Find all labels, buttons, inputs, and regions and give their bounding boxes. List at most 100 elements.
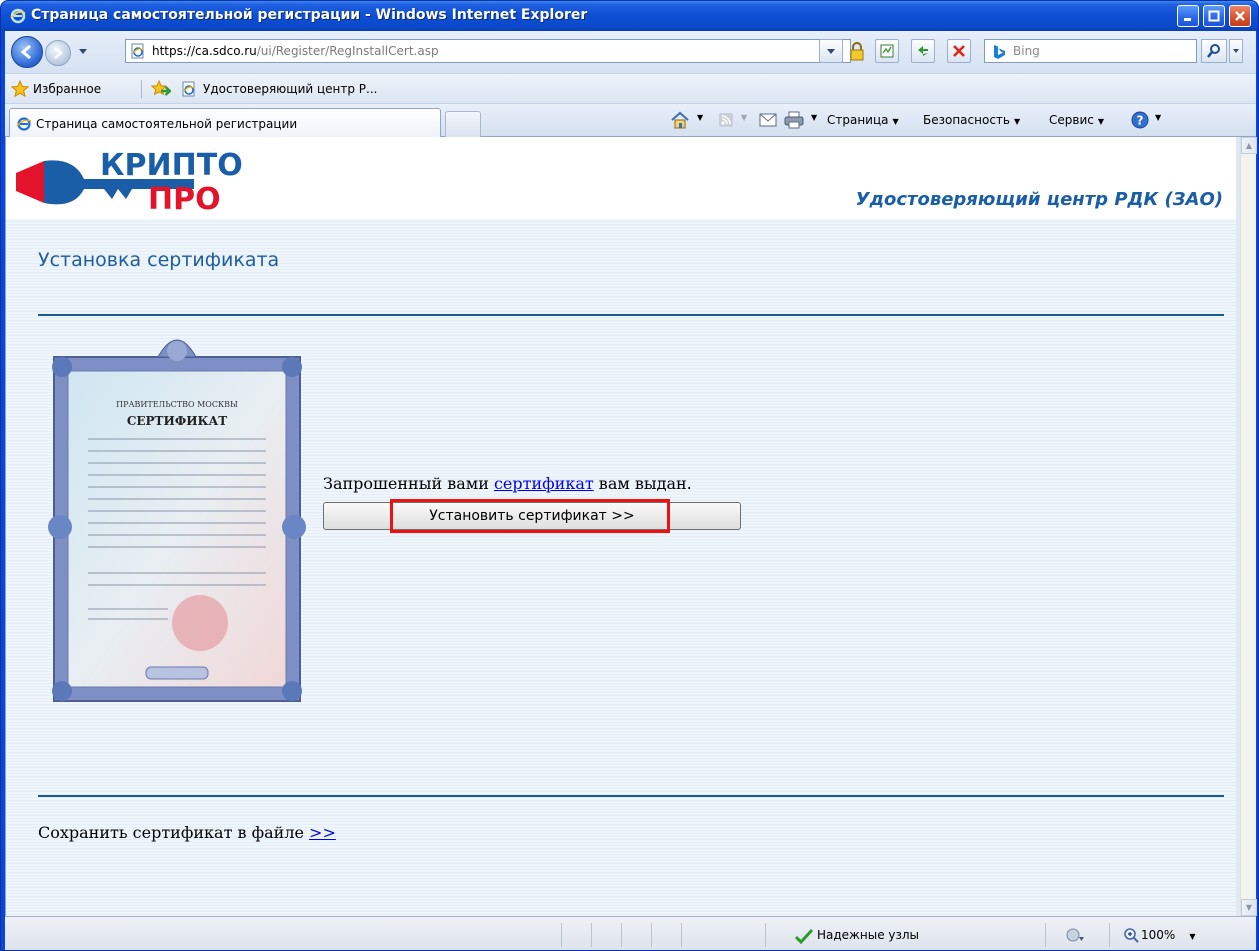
checkmark-icon	[795, 928, 813, 944]
status-divider	[591, 923, 592, 947]
back-button[interactable]	[11, 36, 43, 68]
toolbar-separator	[141, 80, 142, 98]
page-title: Установка сертификата	[38, 249, 280, 271]
status-divider	[621, 923, 622, 947]
address-field[interactable]: https://ca.sdco.ru/ui/Register/RegInstal…	[125, 39, 851, 63]
home-dropdown-icon[interactable]: ▼	[697, 113, 703, 122]
favorites-link[interactable]: Удостоверяющий центр Р...	[203, 82, 378, 96]
minimize-icon	[1184, 18, 1191, 21]
window-title: Страница самостоятельной регистрации - W…	[31, 7, 588, 23]
status-bar: Надежные узлы 100% ▼	[5, 916, 1256, 950]
tab-label: Страница самостоятельной регистрации	[36, 117, 298, 131]
page-header: КРИПТО ПРО Удостоверяющий центр РДК (ЗАО…	[6, 137, 1236, 219]
ie-logo-icon	[16, 117, 32, 131]
search-placeholder: Bing	[1013, 44, 1040, 58]
cert-title: СЕРТИФИКАТ	[127, 414, 227, 428]
lock-icon	[850, 42, 864, 61]
status-divider	[1045, 923, 1046, 947]
cert-heading: ПРАВИТЕЛЬСТВО МОСКВЫ	[116, 400, 238, 409]
search-input[interactable]: Bing	[984, 39, 1197, 63]
protected-mode-icon[interactable]	[1065, 927, 1085, 943]
maximize-button[interactable]	[1203, 5, 1225, 27]
save-certificate-text: Сохранить сертификат в файле >>	[38, 823, 336, 842]
refresh-icon	[918, 46, 928, 56]
page-menu[interactable]: Страница ▼	[827, 113, 899, 127]
feeds-button	[715, 110, 737, 130]
title-bar[interactable]: Страница самостоятельной регистрации - W…	[1, 1, 1258, 31]
page-icon	[131, 43, 144, 59]
help-button[interactable]: ?	[1129, 110, 1151, 130]
help-icon: ?	[1131, 111, 1149, 129]
zoom-level[interactable]: 100% ▼	[1141, 928, 1195, 942]
security-lock-button[interactable]	[845, 39, 869, 63]
home-button[interactable]	[669, 110, 691, 130]
page-icon	[182, 81, 195, 97]
vertical-scrollbar[interactable]: ▲ ▼	[1240, 137, 1257, 916]
read-mail-button[interactable]	[757, 110, 779, 130]
status-divider	[561, 923, 562, 947]
mail-icon	[759, 113, 777, 127]
cryptopro-logo: КРИПТО ПРО	[16, 148, 243, 213]
browser-window: Страница самостоятельной регистрации - W…	[0, 0, 1259, 951]
divider	[38, 314, 1224, 316]
install-certificate-button[interactable]: Установить сертификат >>	[323, 502, 741, 530]
address-url: https://ca.sdco.ru/ui/Register/RegInstal…	[152, 44, 439, 58]
org-name: Удостоверяющий центр РДК (ЗАО)	[855, 189, 1223, 210]
certificate-image: ПРАВИТЕЛЬСТВО МОСКВЫ СЕРТИФИКАТ	[48, 339, 306, 702]
tab-bar: Страница самостоятельной регистрации ▼ ▼	[5, 103, 1256, 138]
compatibility-icon	[880, 44, 894, 58]
status-divider	[1109, 923, 1110, 947]
tools-menu[interactable]: Сервис ▼	[1049, 113, 1104, 127]
logo-text-top: КРИПТО	[100, 148, 243, 183]
compatibility-view-button[interactable]	[875, 39, 899, 63]
back-arrow-icon	[20, 44, 31, 60]
printer-icon	[784, 111, 804, 129]
page-content: Установка сертификата ПРАВИТЕЛЬСТВО МОСК…	[6, 219, 1236, 916]
page-viewport: КРИПТО ПРО Удостоверяющий центр РДК (ЗАО…	[5, 137, 1236, 916]
scroll-down-button[interactable]: ▼	[1241, 899, 1257, 916]
close-icon	[1235, 11, 1245, 21]
rss-feed-icon	[719, 113, 733, 127]
chevron-down-icon	[1233, 49, 1239, 53]
tab-registration[interactable]: Страница самостоятельной регистрации	[9, 108, 441, 138]
print-button[interactable]	[783, 110, 805, 130]
stop-button[interactable]	[947, 39, 971, 63]
address-dropdown-button[interactable]	[819, 39, 843, 63]
status-divider	[651, 923, 652, 947]
issued-message: Запрошенный вами сертификат вам выдан.	[323, 474, 692, 493]
search-icon	[1206, 44, 1220, 58]
minimize-button[interactable]	[1177, 5, 1199, 27]
svg-text:?: ?	[1137, 114, 1144, 128]
forward-arrow-icon	[54, 47, 63, 59]
help-dropdown-icon[interactable]: ▼	[1155, 113, 1161, 122]
print-dropdown-icon[interactable]: ▼	[811, 113, 817, 122]
scroll-up-button[interactable]: ▲	[1241, 137, 1257, 154]
refresh-button[interactable]	[911, 39, 935, 63]
feeds-dropdown-icon: ▼	[741, 113, 748, 122]
favorites-star-icon[interactable]	[11, 80, 29, 98]
history-dropdown-icon[interactable]	[77, 45, 89, 57]
logo-text-bottom: ПРО	[148, 182, 221, 213]
close-window-button[interactable]	[1229, 5, 1251, 27]
home-icon	[671, 111, 689, 129]
address-toolbar: https://ca.sdco.ru/ui/Register/RegInstal…	[5, 31, 1256, 73]
forward-button[interactable]	[45, 40, 71, 66]
certificate-link[interactable]: сертификат	[494, 474, 594, 493]
divider	[38, 795, 1224, 797]
save-certificate-link[interactable]: >>	[309, 823, 336, 842]
security-menu[interactable]: Безопасность ▼	[923, 113, 1020, 127]
add-to-favorites-icon[interactable]	[151, 80, 171, 98]
status-divider	[765, 923, 766, 947]
chevron-down-icon	[827, 49, 835, 54]
bing-logo-icon	[994, 45, 1005, 59]
zoom-icon	[1124, 928, 1139, 943]
new-tab-button[interactable]	[445, 111, 481, 137]
security-zone[interactable]: Надежные узлы	[817, 928, 919, 942]
search-button[interactable]	[1201, 39, 1227, 63]
status-divider	[681, 923, 682, 947]
favorites-button[interactable]: Избранное	[33, 82, 101, 96]
search-options-button[interactable]	[1229, 39, 1243, 63]
favorites-bar: Избранное Удостоверяющий центр Р...	[5, 73, 1256, 103]
maximize-icon	[1208, 10, 1220, 22]
stop-x-icon	[953, 45, 965, 57]
